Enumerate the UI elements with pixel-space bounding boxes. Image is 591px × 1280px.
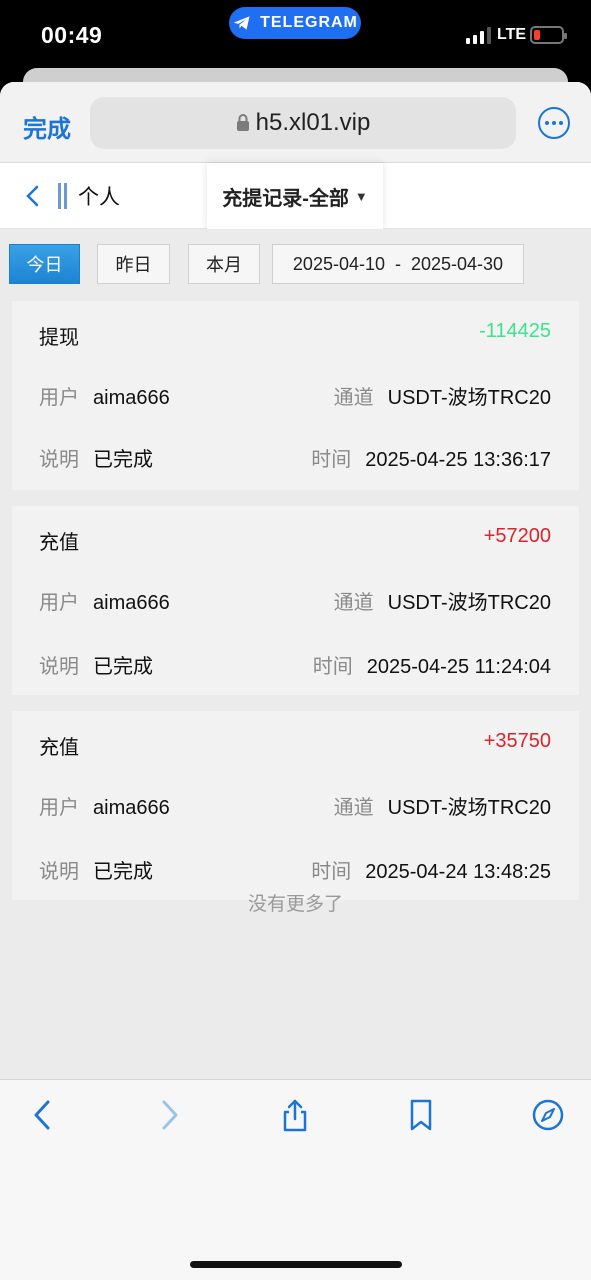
filter-yesterday-button[interactable]: 昨日 — [97, 244, 170, 284]
lock-icon — [236, 114, 249, 131]
record-time: 2025-04-25 13:36:17 — [365, 449, 551, 471]
browser-sheet: 完成 h5.xl01.vip 个人 充提记录-全部 ▼ 今日 昨日 本月 202… — [0, 82, 591, 1280]
record-user: aima666 — [93, 592, 170, 614]
battery-icon — [530, 26, 567, 44]
note-label: 说明 — [39, 449, 79, 471]
content-area: 今日 昨日 本月 2025-04-10 - 2025-04-30 提现 -114… — [0, 229, 591, 1162]
record-amount: -114425 — [479, 320, 551, 342]
status-bar: 00:49 TELEGRAM LTE — [0, 0, 591, 70]
record-item[interactable]: 充值 +35750 用户 aima666 通道 USDT-波场TRC20 说明 已完成… — [12, 711, 579, 900]
divider-icon — [58, 183, 72, 209]
record-list: 提现 -114425 用户 aima666 通道 USDT-波场TRC20 说明 已完… — [12, 301, 579, 916]
record-note: 已完成 — [93, 861, 153, 883]
record-channel: USDT-波场TRC20 — [387, 797, 551, 819]
date-filters: 今日 昨日 本月 2025-04-10 - 2025-04-30 — [9, 244, 589, 284]
record-user: aima666 — [93, 797, 170, 819]
telegram-icon — [233, 16, 250, 30]
user-label: 用户 — [39, 387, 79, 409]
browser-bottom-toolbar — [0, 1079, 591, 1280]
back-chevron-icon[interactable] — [24, 185, 42, 207]
telegram-return-pill[interactable]: TELEGRAM — [229, 7, 361, 39]
record-item[interactable]: 提现 -114425 用户 aima666 通道 USDT-波场TRC20 说明 已完… — [12, 301, 579, 490]
record-channel: USDT-波场TRC20 — [387, 387, 551, 409]
record-user: aima666 — [93, 387, 170, 409]
more-options-button[interactable] — [538, 107, 570, 139]
record-channel: USDT-波场TRC20 — [387, 592, 551, 614]
channel-label: 通道 — [333, 592, 374, 614]
record-amount: +35750 — [483, 730, 551, 752]
record-time: 2025-04-24 13:48:25 — [365, 861, 551, 883]
note-label: 说明 — [39, 861, 79, 883]
filter-month-button[interactable]: 本月 — [188, 244, 260, 284]
url-field[interactable]: h5.xl01.vip — [90, 97, 516, 149]
user-label: 用户 — [39, 797, 79, 819]
page-title: 充提记录-全部 — [222, 187, 349, 210]
bookmark-icon[interactable] — [404, 1098, 438, 1132]
channel-label: 通道 — [333, 797, 374, 819]
browser-toolbar: 完成 h5.xl01.vip — [0, 82, 591, 163]
record-type: 充值 — [39, 737, 79, 759]
record-note: 已完成 — [93, 449, 153, 471]
done-button[interactable]: 完成 — [23, 109, 71, 144]
back-arrow-icon[interactable] — [26, 1098, 60, 1132]
compass-icon[interactable] — [531, 1098, 565, 1132]
record-type-dropdown[interactable]: 充提记录-全部 ▼ — [207, 163, 383, 229]
user-label: 用户 — [39, 592, 79, 614]
record-type: 提现 — [39, 327, 79, 349]
record-type: 充值 — [39, 532, 79, 554]
channel-label: 通道 — [333, 387, 374, 409]
caret-down-icon: ▼ — [354, 188, 368, 204]
record-amount: +57200 — [483, 525, 551, 547]
date-range-field[interactable]: 2025-04-10 - 2025-04-30 — [272, 244, 524, 284]
no-more-text: 没有更多了 — [247, 894, 343, 915]
time-label: 时间 — [312, 656, 353, 678]
telegram-label: TELEGRAM — [260, 14, 358, 31]
time-label: 时间 — [311, 861, 352, 883]
signal-icon — [466, 26, 491, 44]
home-indicator[interactable] — [190, 1261, 402, 1268]
url-text: h5.xl01.vip — [255, 109, 371, 136]
record-item[interactable]: 充值 +57200 用户 aima666 通道 USDT-波场TRC20 说明 已完成… — [12, 506, 579, 695]
time-label: 时间 — [311, 449, 352, 471]
forward-arrow-icon[interactable] — [152, 1098, 186, 1132]
filter-today-button[interactable]: 今日 — [9, 244, 80, 284]
status-time: 00:49 — [41, 22, 103, 48]
record-time: 2025-04-25 11:24:04 — [366, 656, 551, 678]
personal-link[interactable]: 个人 — [78, 181, 120, 211]
app-header: 个人 充提记录-全部 ▼ — [0, 163, 591, 229]
note-label: 说明 — [39, 656, 79, 678]
share-icon[interactable] — [278, 1098, 312, 1132]
record-note: 已完成 — [93, 656, 153, 678]
network-type: LTE — [497, 26, 527, 43]
